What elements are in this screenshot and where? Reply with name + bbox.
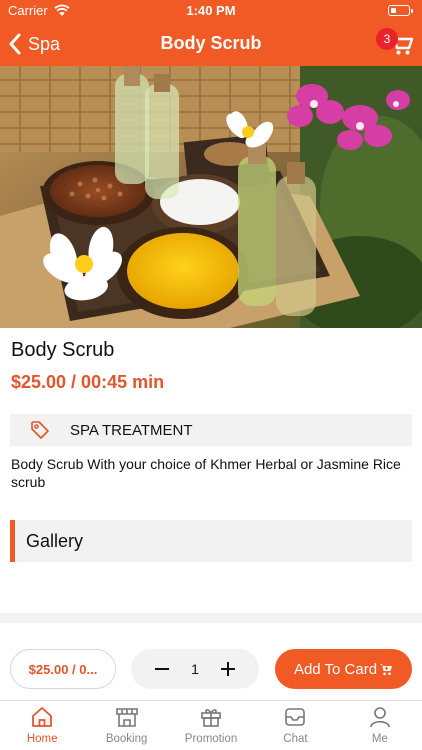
- back-label: Spa: [28, 33, 61, 54]
- chevron-left-icon: [9, 33, 21, 55]
- price-summary-pill: $25.00 / 0...: [10, 649, 116, 689]
- tab-promotion[interactable]: Promotion: [169, 701, 253, 750]
- tag-icon: [31, 421, 49, 439]
- tab-promotion-label: Promotion: [184, 733, 238, 745]
- gift-icon: [201, 709, 221, 727]
- product-price: $25.00 / 00:45 min: [11, 372, 165, 392]
- category-label: SPA TREATMENT: [70, 421, 193, 439]
- booking-icon: [115, 708, 138, 727]
- status-time: 1:40 PM: [186, 3, 236, 18]
- product-name: Body Scrub: [11, 339, 115, 361]
- tab-booking-label: Booking: [105, 733, 148, 745]
- tab-chat[interactable]: Chat: [253, 701, 337, 750]
- status-bar: Carrier 1:40 PM: [0, 0, 422, 22]
- price-summary-text: $25.00 / 0...: [28, 661, 98, 677]
- category-row: SPA TREATMENT: [10, 414, 412, 446]
- user-icon: [370, 707, 390, 728]
- tab-me-label: Me: [371, 733, 388, 745]
- tab-home[interactable]: Home: [0, 701, 84, 750]
- tab-me[interactable]: Me: [338, 701, 422, 750]
- tab-booking[interactable]: Booking: [84, 701, 168, 750]
- add-to-cart-label: Add To Card: [293, 660, 378, 678]
- inbox-icon: [285, 708, 306, 726]
- page-title: Body Scrub: [160, 33, 262, 53]
- quantity-value: 1: [191, 661, 199, 677]
- hero-image: [0, 66, 422, 328]
- quantity-stepper: 1: [131, 649, 259, 689]
- cart-count-badge: 3: [376, 28, 398, 50]
- tab-chat-label: Chat: [283, 733, 308, 745]
- gallery-section-header: Gallery: [10, 520, 412, 562]
- product-description: Body Scrub With your choice of Khmer Her…: [11, 456, 401, 490]
- bottom-tab-bar: Home Booking Promotion Chat Me: [0, 700, 422, 750]
- back-button[interactable]: Spa: [8, 30, 60, 58]
- app-header: Carrier 1:40 PM Spa Body Scrub 3: [0, 0, 422, 66]
- cart-icon: [380, 664, 393, 676]
- add-to-cart-button[interactable]: Add To Card: [275, 649, 412, 689]
- gallery-title: Gallery: [26, 530, 84, 551]
- nav-bar: Spa Body Scrub 3: [0, 22, 422, 66]
- home-icon: [32, 707, 53, 727]
- tab-home-label: Home: [26, 733, 58, 745]
- cart-button[interactable]: 3: [376, 28, 414, 60]
- battery-icon: [388, 5, 413, 16]
- section-divider: [0, 613, 422, 623]
- increase-quantity-button[interactable]: [217, 658, 239, 680]
- action-bar: $25.00 / 0... 1 Add To Card: [0, 638, 422, 700]
